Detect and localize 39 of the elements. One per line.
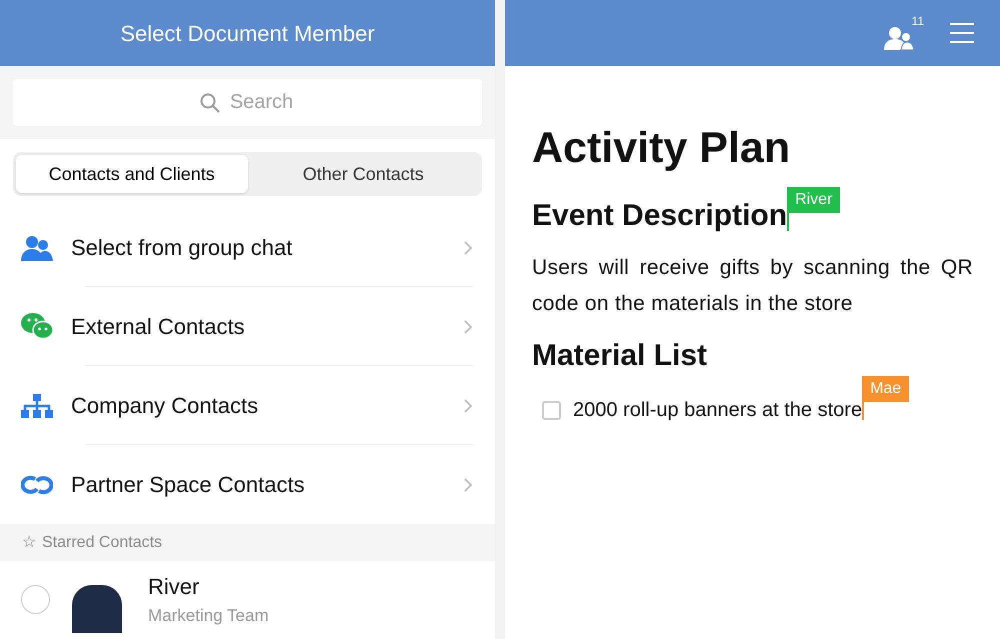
chevron-right-icon bbox=[463, 240, 473, 256]
menu-item[interactable]: Company Contacts bbox=[0, 366, 495, 445]
contact-row[interactable]: River Marketing Team bbox=[0, 561, 495, 638]
org-chart-icon bbox=[21, 394, 53, 418]
people-icon bbox=[21, 234, 53, 260]
menu-icon[interactable] bbox=[950, 22, 974, 44]
menu-item[interactable]: Select from group chat bbox=[0, 208, 495, 287]
search-icon bbox=[200, 93, 220, 113]
collaborator-name-flag: Mae bbox=[862, 376, 910, 402]
section-heading: Event Description bbox=[532, 199, 788, 232]
section-header-label: Starred Contacts bbox=[42, 532, 162, 552]
contact-name: River bbox=[148, 573, 200, 602]
menu-item[interactable]: External Contacts bbox=[0, 287, 495, 366]
star-glyph: ☆ bbox=[22, 532, 36, 552]
section-heading: Material List bbox=[532, 339, 708, 372]
contact-team: Marketing Team bbox=[148, 605, 269, 628]
link-rings-icon bbox=[21, 474, 53, 494]
menu-item[interactable]: Partner Space Contacts bbox=[0, 445, 495, 524]
checkbox[interactable] bbox=[542, 400, 561, 420]
menu-item-label: External Contacts bbox=[71, 313, 246, 341]
collaborator-name-flag: River bbox=[787, 187, 840, 214]
panel-title: Select Document Member bbox=[120, 20, 375, 48]
tab[interactable]: Contacts and Clients bbox=[16, 155, 248, 193]
tab[interactable]: Other Contacts bbox=[248, 155, 479, 193]
member-count: 11 bbox=[912, 13, 924, 30]
chevron-right-icon bbox=[463, 398, 473, 414]
menu-item-label: Partner Space Contacts bbox=[71, 471, 306, 499]
photo-placeholder bbox=[72, 584, 122, 632]
paragraph: Users will receive gifts by scanning the QR code on the materials in the store bbox=[532, 255, 973, 317]
people-icon bbox=[884, 26, 916, 50]
radio-button[interactable] bbox=[21, 585, 50, 614]
chevron-right-icon bbox=[463, 318, 473, 334]
document-title: Activity Plan bbox=[532, 123, 792, 174]
todo-text: 2000 roll-up banners at the store bbox=[573, 399, 862, 421]
menu-item-label: Select from group chat bbox=[71, 234, 294, 262]
chevron-right-icon bbox=[463, 476, 473, 492]
search-field[interactable]: Search bbox=[13, 79, 482, 126]
menu-item-label: Company Contacts bbox=[71, 392, 260, 420]
chat-bubbles-icon bbox=[21, 313, 53, 340]
